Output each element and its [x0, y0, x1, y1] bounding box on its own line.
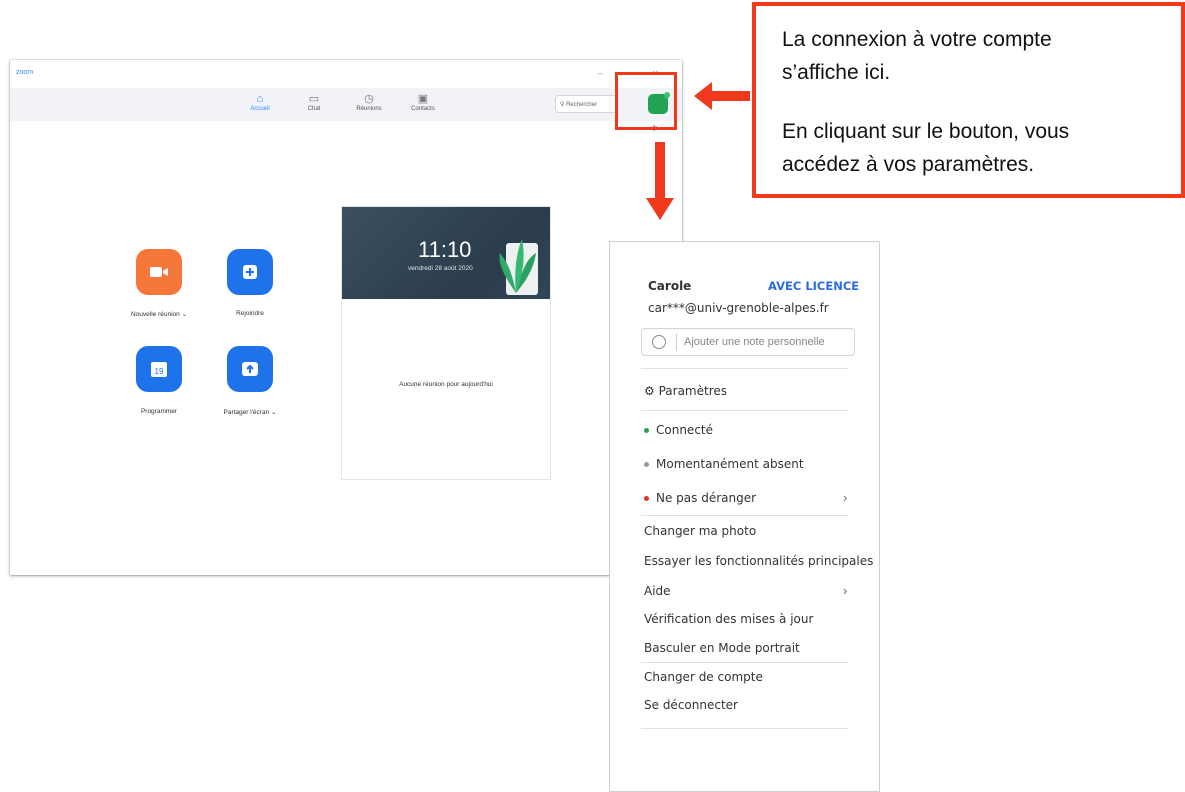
svg-text:19: 19 [155, 367, 164, 376]
menu-item-try-features[interactable]: Essayer les fonctionnalités principales [644, 554, 873, 568]
chevron-right-icon: › [843, 490, 848, 505]
annotation-callout: La connexion à votre compte s’affiche ic… [752, 2, 1185, 198]
tab-accueil[interactable]: ⌂ Accueil [232, 92, 288, 112]
title-bar: zoom – ▫ ✕ [10, 60, 682, 88]
menu-item-check-updates[interactable]: Vérification des mises à jour [644, 612, 813, 626]
menu-item-switch-account[interactable]: Changer de compte [644, 670, 763, 684]
share-arrow-icon [242, 362, 258, 376]
minimize-icon[interactable]: – [598, 69, 602, 78]
new-meeting-button[interactable] [136, 249, 182, 295]
settings-gear-icon: ⚙ [644, 384, 659, 398]
license-badge: AVEC LICENCE [768, 279, 860, 293]
menu-item-label: Connecté [656, 423, 713, 437]
schedule-button[interactable]: 19 [136, 346, 182, 392]
menu-divider [641, 662, 848, 663]
chat-icon: ▭ [308, 93, 320, 105]
arrow-left-icon [694, 82, 750, 110]
zoom-window: zoom – ▫ ✕ ⌂ Accueil ▭ Chat ◷ Réunions ▣… [10, 60, 682, 575]
tab-reunions[interactable]: ◷ Réunions [341, 92, 397, 112]
menu-item-portrait-mode[interactable]: Basculer en Mode portrait [644, 641, 800, 655]
user-email: car***@univ-grenoble-alpes.fr [648, 301, 829, 315]
menu-divider [641, 728, 848, 729]
smiley-icon [652, 335, 666, 349]
chevron-down-icon: ⌄ [271, 409, 277, 416]
annotation-line-2: s’affiche ici. [782, 61, 891, 84]
tab-label: Réunions [356, 106, 382, 112]
menu-item-status-dnd[interactable]: Ne pas déranger › [644, 490, 854, 507]
plant-illustration [499, 239, 538, 295]
divider [676, 334, 677, 351]
avatar-highlight-box [615, 72, 677, 130]
clock-date: vendredi 28 août 2020 [408, 265, 473, 272]
new-meeting-label: Nouvelle réunion ⌄ [130, 311, 188, 318]
user-name: Carole [648, 279, 692, 293]
menu-item-help[interactable]: Aide › [644, 583, 854, 600]
join-button[interactable] [227, 249, 273, 295]
tab-contacts[interactable]: ▣ Contacts [395, 92, 451, 112]
app-title: zoom [16, 69, 34, 76]
home-icon: ⌂ [256, 93, 264, 105]
chevron-right-icon: › [843, 583, 848, 598]
menu-item-sign-out[interactable]: Se déconnecter [644, 698, 738, 712]
menu-item-settings[interactable]: ⚙ Paramètres [644, 382, 727, 400]
search-input[interactable]: ⚲ Rechercher [555, 95, 617, 113]
status-away-dot [644, 462, 649, 467]
clock-time: 11:10 [418, 237, 472, 262]
calendar-card: 11:10 vendredi 28 août 2020 Aucune réuni… [341, 206, 551, 480]
search-placeholder: Rechercher [566, 102, 598, 108]
top-navigation: ⌂ Accueil ▭ Chat ◷ Réunions ▣ Contacts ⚲… [10, 88, 682, 121]
tab-label: Accueil [250, 106, 270, 112]
schedule-label: Programmer [140, 408, 178, 415]
chevron-down-icon: ⌄ [181, 311, 188, 318]
contacts-icon: ▣ [417, 93, 429, 105]
tab-label: Contacts [411, 106, 435, 112]
status-red-dot [644, 496, 649, 501]
menu-divider [641, 410, 848, 411]
join-label: Rejoindre [236, 310, 264, 317]
menu-item-label: Paramètres [658, 384, 727, 398]
no-meetings-text: Aucune réunion pour aujourd'hui [399, 381, 493, 388]
menu-item-label: Ne pas déranger [656, 491, 757, 505]
plant-leaves-icon [499, 239, 536, 293]
status-green-dot [644, 428, 649, 433]
menu-divider [641, 515, 848, 516]
clock-icon: ◷ [364, 93, 374, 105]
calendar-icon: 19 [151, 362, 167, 377]
menu-divider [641, 368, 848, 369]
plus-icon [243, 265, 257, 279]
profile-menu: Carole AVEC LICENCE car***@univ-grenoble… [609, 241, 880, 792]
share-screen-button[interactable] [227, 346, 273, 392]
share-screen-label: Partager l'écran ⌄ [223, 409, 277, 416]
calendar-header: 11:10 vendredi 28 août 2020 [342, 207, 550, 299]
menu-item-label: Momentanément absent [656, 457, 804, 471]
note-placeholder: Ajouter une note personnelle [684, 336, 825, 348]
tab-chat[interactable]: ▭ Chat [286, 92, 342, 112]
video-camera-icon [150, 267, 168, 277]
personal-note-input[interactable]: Ajouter une note personnelle [641, 328, 855, 356]
annotation-line-3: En cliquant sur le bouton, vous [782, 120, 1070, 143]
annotation-line-4: accédez à vos paramètres. [782, 153, 1035, 176]
menu-item-label: Aide [644, 584, 671, 598]
menu-item-change-photo[interactable]: Changer ma photo [644, 524, 756, 538]
annotation-line-1: La connexion à votre compte [782, 28, 1052, 51]
tab-label: Chat [307, 106, 321, 112]
arrow-down-icon [646, 142, 674, 220]
